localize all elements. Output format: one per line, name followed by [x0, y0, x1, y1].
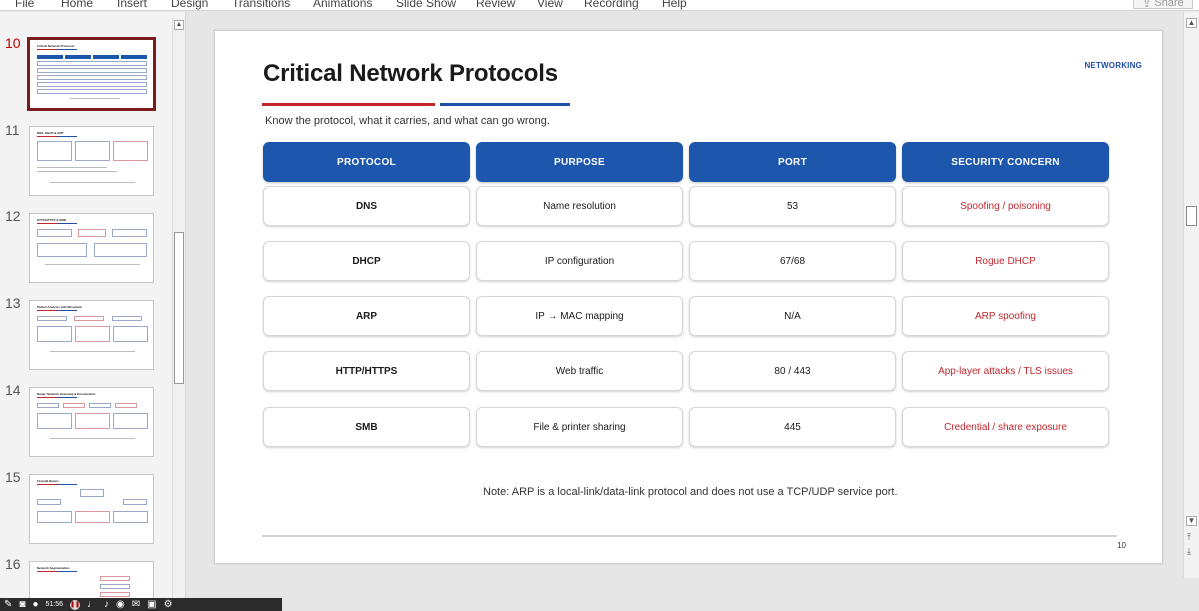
slide-thumbnail-12[interactable]: HTTP/HTTPS & SMB [29, 213, 154, 283]
column-header-port: PORT [689, 142, 896, 182]
tab-design[interactable]: Design [171, 0, 208, 10]
table-cell-security-concern: Rogue DHCP [902, 241, 1109, 281]
column-header-security-concern: SECURITY CONCERN [902, 142, 1109, 182]
window-icon[interactable]: ▣ [147, 599, 156, 611]
tab-file[interactable]: File [15, 0, 34, 10]
camera-icon[interactable]: ◙ [19, 599, 25, 611]
ribbon-tab-bar: File Home Insert Design Transitions Anim… [0, 0, 1199, 11]
slide-thumbnail-11[interactable]: DNS, DHCP & ARP [29, 126, 154, 196]
gear-icon[interactable]: ⚙ [164, 599, 173, 611]
slide-thumbnail-pane: 10 Critical Network Protocols 11 DNS, DH… [0, 12, 186, 598]
table-cell-protocol: DHCP [263, 241, 470, 281]
slide-thumbnail-16[interactable]: Network Segmentation [29, 561, 154, 598]
tab-review[interactable]: Review [476, 0, 515, 10]
tab-slide-show[interactable]: Slide Show [396, 0, 456, 10]
table-cell-protocol: DNS [263, 186, 470, 226]
slide-number-16: 16 [5, 556, 21, 572]
share-icon: ⇪ [1142, 0, 1152, 10]
slide-thumbnail-10[interactable]: Critical Network Protocols [27, 37, 156, 111]
thumbnail-title: Network Segmentation [37, 566, 70, 570]
speaker-icon[interactable]: ♪ [104, 599, 109, 611]
tab-animations[interactable]: Animations [313, 0, 372, 10]
previous-slide-icon[interactable]: ⤒ [1187, 532, 1191, 543]
share-button[interactable]: ⇪ Share [1133, 0, 1193, 10]
record-indicator-icon[interactable]: ● [32, 599, 38, 611]
table-cell-port: 67/68 [689, 241, 896, 281]
tab-home[interactable]: Home [61, 0, 93, 10]
footer-divider [262, 535, 1117, 537]
table-cell-protocol: HTTP/HTTPS [263, 351, 470, 391]
thumbnail-title: DNS, DHCP & ARP [37, 131, 64, 135]
slide-thumbnail-13[interactable]: Packet Analysis with Wireshark [29, 300, 154, 370]
table-cell-security-concern: App-layer attacks / TLS issues [902, 351, 1109, 391]
slide-number-15: 15 [5, 469, 21, 485]
table-cell-purpose: Name resolution [476, 186, 683, 226]
scroll-up-icon[interactable]: ▲ [1186, 18, 1197, 28]
thumbnail-title: Firewall Basics [37, 479, 59, 483]
table-cell-security-concern: ARP spoofing [902, 296, 1109, 336]
pen-icon[interactable]: ✎ [4, 599, 12, 611]
tab-transitions[interactable]: Transitions [232, 0, 290, 10]
slide-footnote: Note: ARP is a local-link/data-link prot… [483, 486, 898, 498]
column-header-protocol: PROTOCOL [263, 142, 470, 182]
slide-thumbnail-15[interactable]: Firewall Basics [29, 474, 154, 544]
webcam-icon[interactable]: ◉ [116, 599, 125, 611]
column-header-purpose: PURPOSE [476, 142, 683, 182]
table-cell-purpose: File & printer sharing [476, 407, 683, 447]
title-underline-blue [440, 103, 570, 106]
microphone-icon[interactable]: ♩ [87, 599, 97, 611]
slide-title: Critical Network Protocols [263, 60, 558, 87]
canvas-scroll-handle[interactable] [1186, 206, 1197, 226]
table-cell-port: N/A [689, 296, 896, 336]
tab-insert[interactable]: Insert [117, 0, 147, 10]
comment-icon[interactable]: ✉ [132, 599, 140, 611]
table-cell-port: 80 / 443 [689, 351, 896, 391]
thumbnail-title: Nmap: Network Scanning & Enumeration [37, 392, 96, 396]
thumbnail-title: Packet Analysis with Wireshark [37, 305, 82, 309]
table-cell-security-concern: Spoofing / poisoning [902, 186, 1109, 226]
scroll-up-icon[interactable]: ▲ [174, 20, 184, 30]
table-cell-protocol: SMB [263, 407, 470, 447]
thumbnail-title: Critical Network Protocols [37, 44, 75, 48]
recording-toolbar: ✎ ◙ ● 51:56 ❚❚ ♩ ♪ ◉ ✉ ▣ ⚙ [0, 598, 282, 611]
next-slide-icon[interactable]: ⤓ [1187, 546, 1191, 557]
current-slide[interactable]: Critical Network Protocols NETWORKING Kn… [214, 30, 1163, 564]
table-cell-protocol: ARP [263, 296, 470, 336]
scroll-down-icon[interactable]: ▼ [1186, 516, 1197, 526]
thumbnail-scroll-handle[interactable] [174, 232, 184, 384]
slide-number-14: 14 [5, 382, 21, 398]
slide-subtitle: Know the protocol, what it carries, and … [265, 115, 550, 127]
title-underline-red [262, 103, 435, 106]
slide-number-10: 10 [5, 35, 21, 51]
slide-number-11: 11 [5, 122, 20, 138]
slide-thumbnail-14[interactable]: Nmap: Network Scanning & Enumeration [29, 387, 154, 457]
table-cell-purpose: IP configuration [476, 241, 683, 281]
thumbnail-scrollbar[interactable]: ▲ [172, 18, 185, 598]
tab-view[interactable]: View [537, 0, 563, 10]
slide-number-12: 12 [5, 208, 21, 224]
slide-number-13: 13 [5, 295, 21, 311]
table-cell-purpose: IP → MAC mapping [476, 296, 683, 336]
table-cell-purpose: Web traffic [476, 351, 683, 391]
share-label: Share [1154, 0, 1184, 9]
canvas-scrollbar[interactable]: ▲ ▼ ⤒ ⤓ [1183, 12, 1199, 578]
table-cell-port: 445 [689, 407, 896, 447]
table-cell-security-concern: Credential / share exposure [902, 407, 1109, 447]
table-cell-port: 53 [689, 186, 896, 226]
slide-page-number: 10 [1117, 541, 1126, 550]
category-tag: NETWORKING [1084, 61, 1142, 70]
recording-timer: 51:56 [45, 600, 64, 608]
slide-editing-canvas: Critical Network Protocols NETWORKING Kn… [187, 12, 1183, 578]
thumbnail-title: HTTP/HTTPS & SMB [37, 218, 66, 222]
tab-recording[interactable]: Recording [584, 0, 639, 10]
tab-help[interactable]: Help [662, 0, 687, 10]
pause-icon[interactable]: ❚❚ [70, 599, 80, 610]
